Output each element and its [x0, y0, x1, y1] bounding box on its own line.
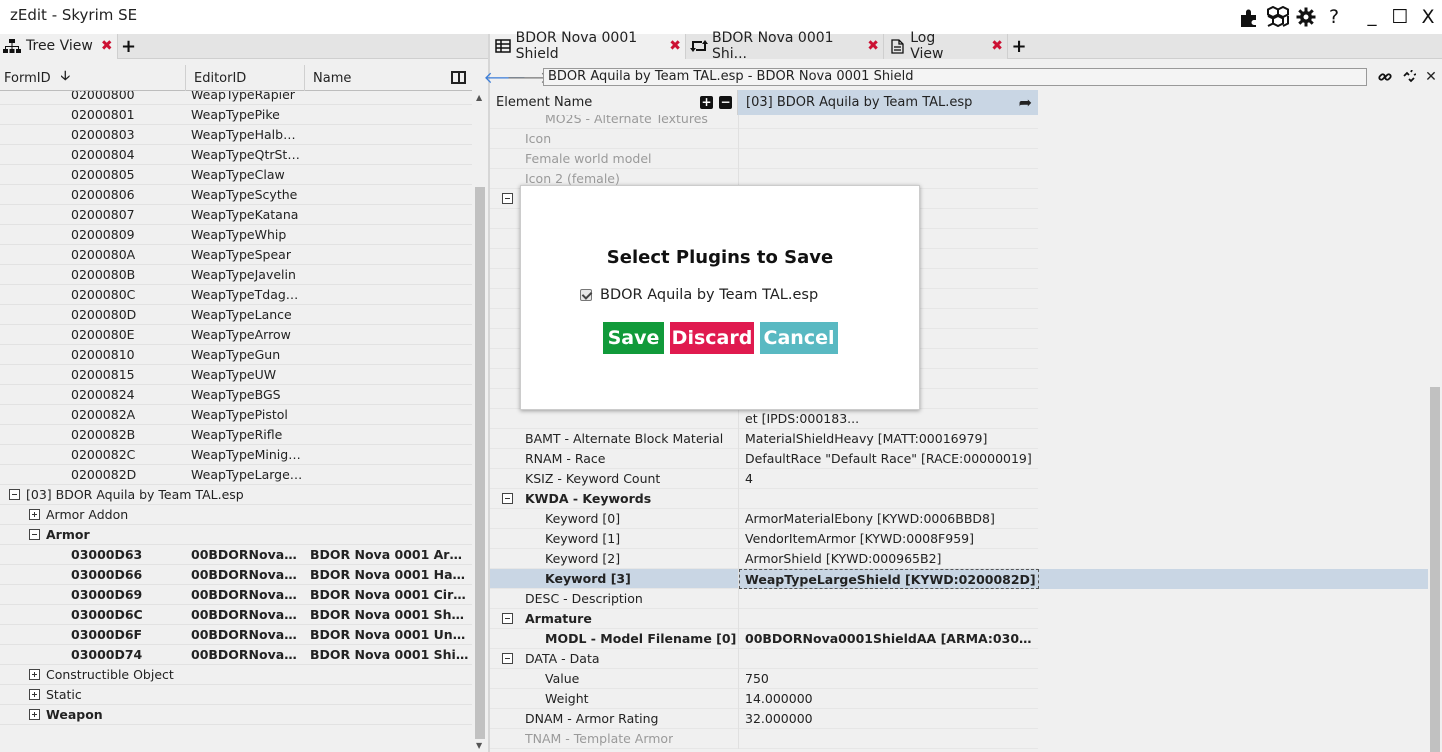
plugin-checkbox-label: BDOR Aquila by Team TAL.esp	[600, 287, 819, 303]
dialog-title: Select Plugins to Save	[606, 247, 834, 268]
cancel-button[interactable]: Cancel	[760, 322, 838, 354]
save-button[interactable]: Save	[603, 322, 664, 354]
plugin-checkbox[interactable]	[580, 289, 592, 301]
plugin-checkbox-row[interactable]: BDOR Aquila by Team TAL.esp	[580, 287, 818, 303]
discard-button[interactable]: Discard	[670, 322, 754, 354]
save-plugins-dialog: Select Plugins to Save BDOR Aquila by Te…	[520, 185, 920, 410]
dialog-buttons: Save Discard Cancel	[603, 322, 838, 354]
modal-overlay: Select Plugins to Save BDOR Aquila by Te…	[0, 0, 1442, 752]
